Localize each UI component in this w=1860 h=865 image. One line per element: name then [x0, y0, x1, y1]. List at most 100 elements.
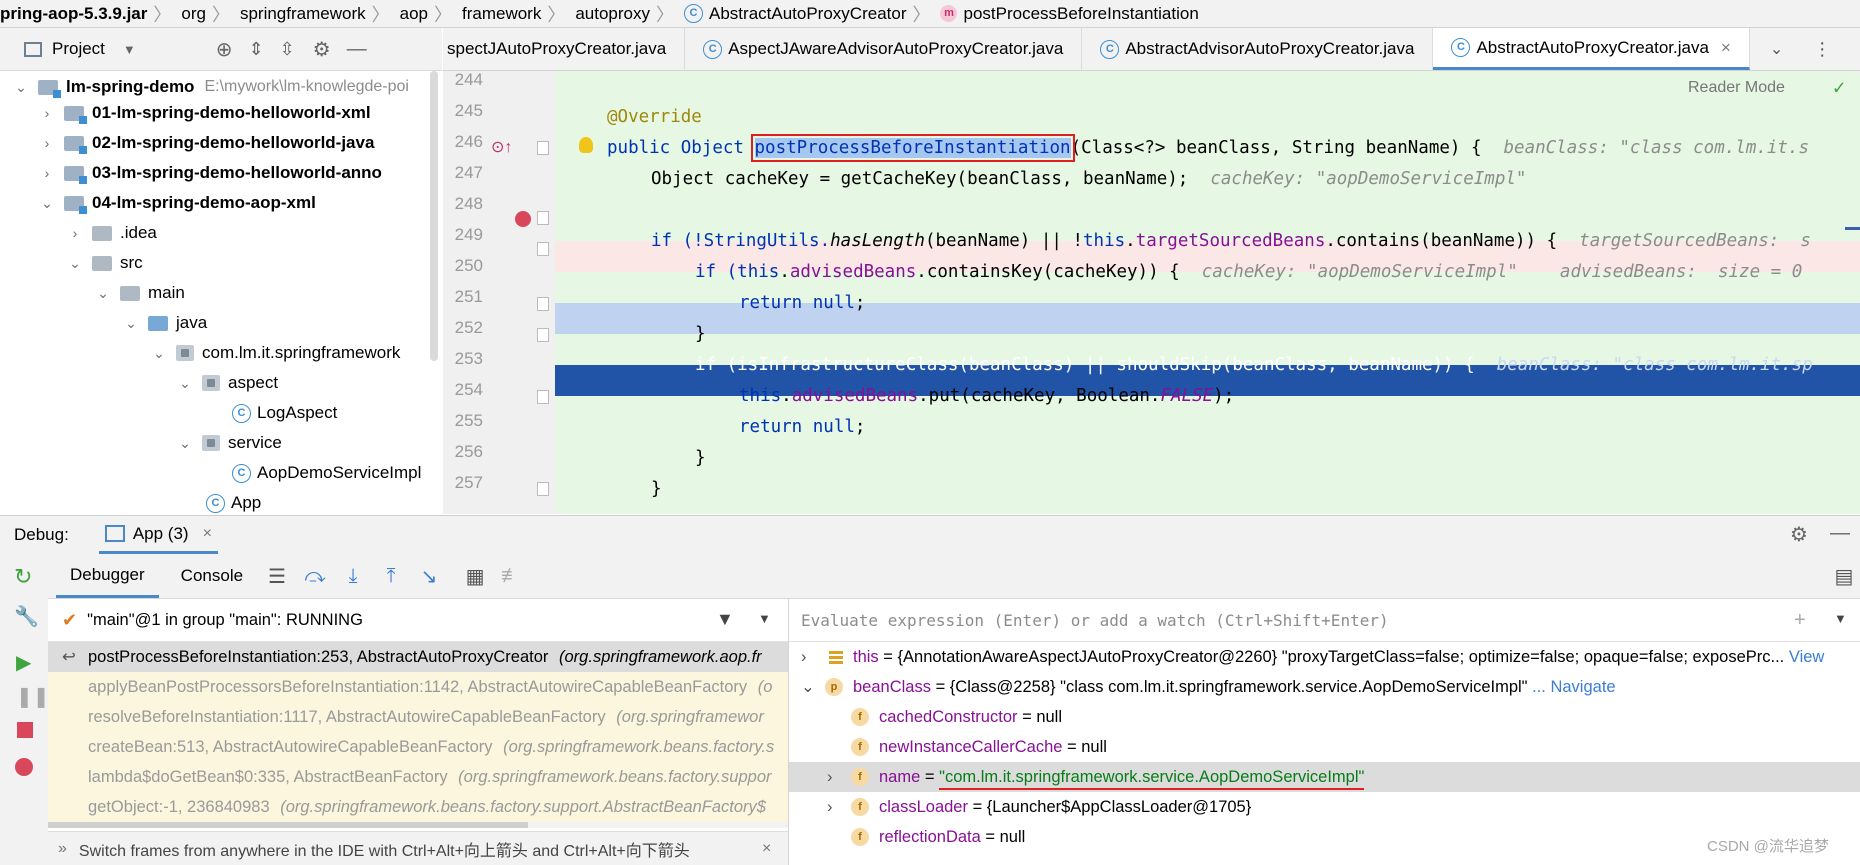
tree-item-logaspect[interactable]: C LogAspect	[232, 398, 337, 428]
tab-console[interactable]: Console	[167, 554, 257, 598]
stack-frame[interactable]: ↩ postProcessBeforeInstantiation:253, Ab…	[48, 642, 788, 672]
tab-abstract-autoproxy[interactable]: C AbstractAutoProxyCreator.java ×	[1433, 28, 1750, 70]
rerun-icon[interactable]: ↻	[14, 564, 32, 590]
tree-item-package-root[interactable]: ⌄ com.lm.it.springframework	[152, 338, 400, 368]
variable-row-classloader[interactable]: › f classLoader = {Launcher$AppClassLoad…	[789, 792, 1860, 822]
tree-item-idea[interactable]: › .idea	[68, 218, 157, 248]
more-icon[interactable]: ⋮	[1813, 28, 1831, 70]
breakpoint-icon[interactable]	[515, 211, 531, 227]
stack-frame[interactable]: resolveBeforeInstantiation:1117, Abstrac…	[48, 702, 788, 732]
tree-item-java[interactable]: ⌄ java	[124, 308, 207, 338]
evaluate-expression-icon[interactable]: ▦	[461, 562, 489, 590]
tree-item-service[interactable]: ⌄ service	[178, 428, 282, 458]
tab-debugger[interactable]: Debugger	[56, 554, 159, 598]
chevron-right-icon[interactable]: ›	[827, 762, 833, 792]
fold-marker-icon[interactable]	[537, 211, 549, 225]
minimize-icon[interactable]: —	[347, 38, 367, 61]
fold-marker-icon[interactable]	[537, 390, 549, 404]
stop-icon[interactable]	[17, 722, 33, 738]
editor-scroll-marker[interactable]	[1845, 227, 1860, 230]
chevron-down-icon[interactable]: ⌄	[68, 255, 82, 272]
layout-icon[interactable]: ▤	[1830, 562, 1858, 590]
filter-icon[interactable]: ▼	[716, 609, 734, 630]
tree-item-aopdemoserviceimpl[interactable]: C AopDemoServiceImpl	[232, 458, 421, 488]
chevron-right-icon[interactable]: ›	[40, 135, 54, 151]
fold-marker-icon[interactable]	[537, 482, 549, 496]
pause-icon[interactable]: ❚❚	[16, 684, 50, 709]
run-to-cursor-icon[interactable]: ↘	[415, 562, 443, 590]
tab-abstract-advisor[interactable]: C AbstractAdvisorAutoProxyCreator.java	[1082, 28, 1434, 70]
expand-all-icon[interactable]: ⇕	[249, 39, 264, 60]
bulb-icon[interactable]	[579, 137, 593, 153]
chevron-down-icon[interactable]: ⌄	[14, 79, 28, 96]
tree-item-main[interactable]: ⌄ main	[96, 278, 185, 308]
tree-item-module-01[interactable]: › 01-lm-spring-demo-helloworld-xml	[40, 98, 371, 128]
tree-item-module-02[interactable]: › 02-lm-spring-demo-helloworld-java	[40, 128, 374, 158]
wrench-icon[interactable]: 🔧	[14, 604, 39, 629]
add-watch-icon[interactable]: +	[1794, 609, 1806, 632]
collapse-all-icon[interactable]: ⇳	[280, 39, 295, 60]
code-editor[interactable]: Reader Mode ✓ @Override public Object po…	[555, 71, 1860, 514]
tab-aspectj-autoproxy[interactable]: spectJAutoProxyCreator.java	[443, 28, 686, 70]
breadcrumb-aop[interactable]: aop	[390, 4, 434, 24]
chevron-down-icon[interactable]: ⌄	[152, 345, 166, 362]
tree-item-app[interactable]: C App	[206, 488, 261, 514]
gear-icon[interactable]: ⚙	[1790, 522, 1808, 547]
breadcrumb-method[interactable]: m postProcessBeforeInstantiation	[930, 4, 1204, 24]
chevron-right-icon[interactable]: ›	[801, 642, 807, 672]
step-into-icon[interactable]: ⤓	[339, 562, 367, 590]
fold-marker-icon[interactable]	[537, 297, 549, 311]
chevron-down-icon[interactable]: ⌄	[96, 285, 110, 302]
tree-item-src[interactable]: ⌄ src	[68, 248, 143, 278]
navigate-link[interactable]: ... Navigate	[1532, 678, 1615, 696]
chevron-right-icon[interactable]: ›	[40, 165, 54, 181]
breadcrumb-jar[interactable]: pring-aop-5.3.9.jar	[0, 4, 153, 24]
close-icon[interactable]: ×	[762, 840, 771, 858]
chevron-down-icon[interactable]: ▼	[123, 42, 136, 57]
trace-icon[interactable]: ≢	[497, 562, 525, 590]
view-link[interactable]: View	[1789, 648, 1824, 666]
fold-marker-icon[interactable]	[537, 328, 549, 342]
project-title[interactable]: Project	[52, 39, 105, 59]
chevron-right-icon[interactable]: ›	[827, 792, 833, 822]
locate-icon[interactable]: ⊕	[216, 37, 233, 62]
view-breakpoints-icon[interactable]	[15, 758, 33, 776]
tree-item-module-04[interactable]: ⌄ 04-lm-spring-demo-aop-xml	[40, 188, 316, 218]
tab-list-chevron[interactable]: ⌄	[1770, 28, 1783, 70]
breadcrumb-autoproxy[interactable]: autoproxy	[565, 4, 656, 24]
stack-frame[interactable]: lambda$doGetBean$0:335, AbstractBeanFact…	[48, 762, 788, 792]
thread-selector[interactable]: ✔ "main"@1 in group "main": RUNNING ▼ ▼	[48, 599, 788, 642]
chevron-right-icon[interactable]: ›	[68, 225, 82, 241]
variable-row-name[interactable]: › f name = "com.lm.it.springframework.se…	[789, 762, 1860, 792]
breadcrumb-springframework[interactable]: springframework	[230, 4, 372, 24]
minimize-icon[interactable]: —	[1830, 522, 1850, 545]
close-icon[interactable]: ×	[1721, 38, 1731, 58]
variable-row-field[interactable]: f cachedConstructor = null	[789, 702, 1860, 732]
gear-icon[interactable]: ⚙	[313, 37, 331, 62]
chevron-down-icon[interactable]: ⌄	[40, 195, 54, 212]
close-icon[interactable]: ×	[203, 525, 212, 543]
tree-item-aspect[interactable]: ⌄ aspect	[178, 368, 278, 398]
chevron-right-icon[interactable]: ›	[40, 105, 54, 121]
variable-row-this[interactable]: › this = {AnnotationAwareAspectJAutoProx…	[789, 642, 1860, 672]
evaluate-input[interactable]: Evaluate expression (Enter) or add a wat…	[789, 599, 1860, 642]
tree-item-module-03[interactable]: › 03-lm-spring-demo-helloworld-anno	[40, 158, 382, 188]
fold-marker-icon[interactable]	[537, 141, 549, 155]
chevron-down-icon[interactable]: ⌄	[124, 315, 138, 332]
menu-icon[interactable]: ☰	[263, 562, 291, 590]
reader-mode-button[interactable]: Reader Mode	[1688, 79, 1785, 97]
method-name-selection[interactable]: postProcessBeforeInstantiation	[750, 134, 1075, 162]
stack-frame[interactable]: createBean:513, AbstractAutowireCapableB…	[48, 732, 788, 762]
step-over-icon[interactable]: ⤼	[301, 562, 329, 590]
variable-row-field[interactable]: f newInstanceCallerCache = null	[789, 732, 1860, 762]
frames-scrollbar[interactable]	[48, 822, 788, 828]
stack-frame[interactable]: applyBeanPostProcessorsBeforeInstantiati…	[48, 672, 788, 702]
chevron-down-icon[interactable]: ▼	[758, 611, 771, 626]
breadcrumb-org[interactable]: org	[171, 4, 212, 24]
chevron-down-icon[interactable]: ⌄	[178, 435, 192, 452]
override-marker-icon[interactable]: ⊙↑	[491, 137, 512, 157]
fold-marker-icon[interactable]	[537, 242, 549, 256]
resume-icon[interactable]: ▶	[16, 650, 31, 675]
stack-frame[interactable]: getObject:-1, 236840983 (org.springframe…	[48, 792, 788, 822]
chevron-down-icon[interactable]: ⌄	[801, 672, 815, 702]
